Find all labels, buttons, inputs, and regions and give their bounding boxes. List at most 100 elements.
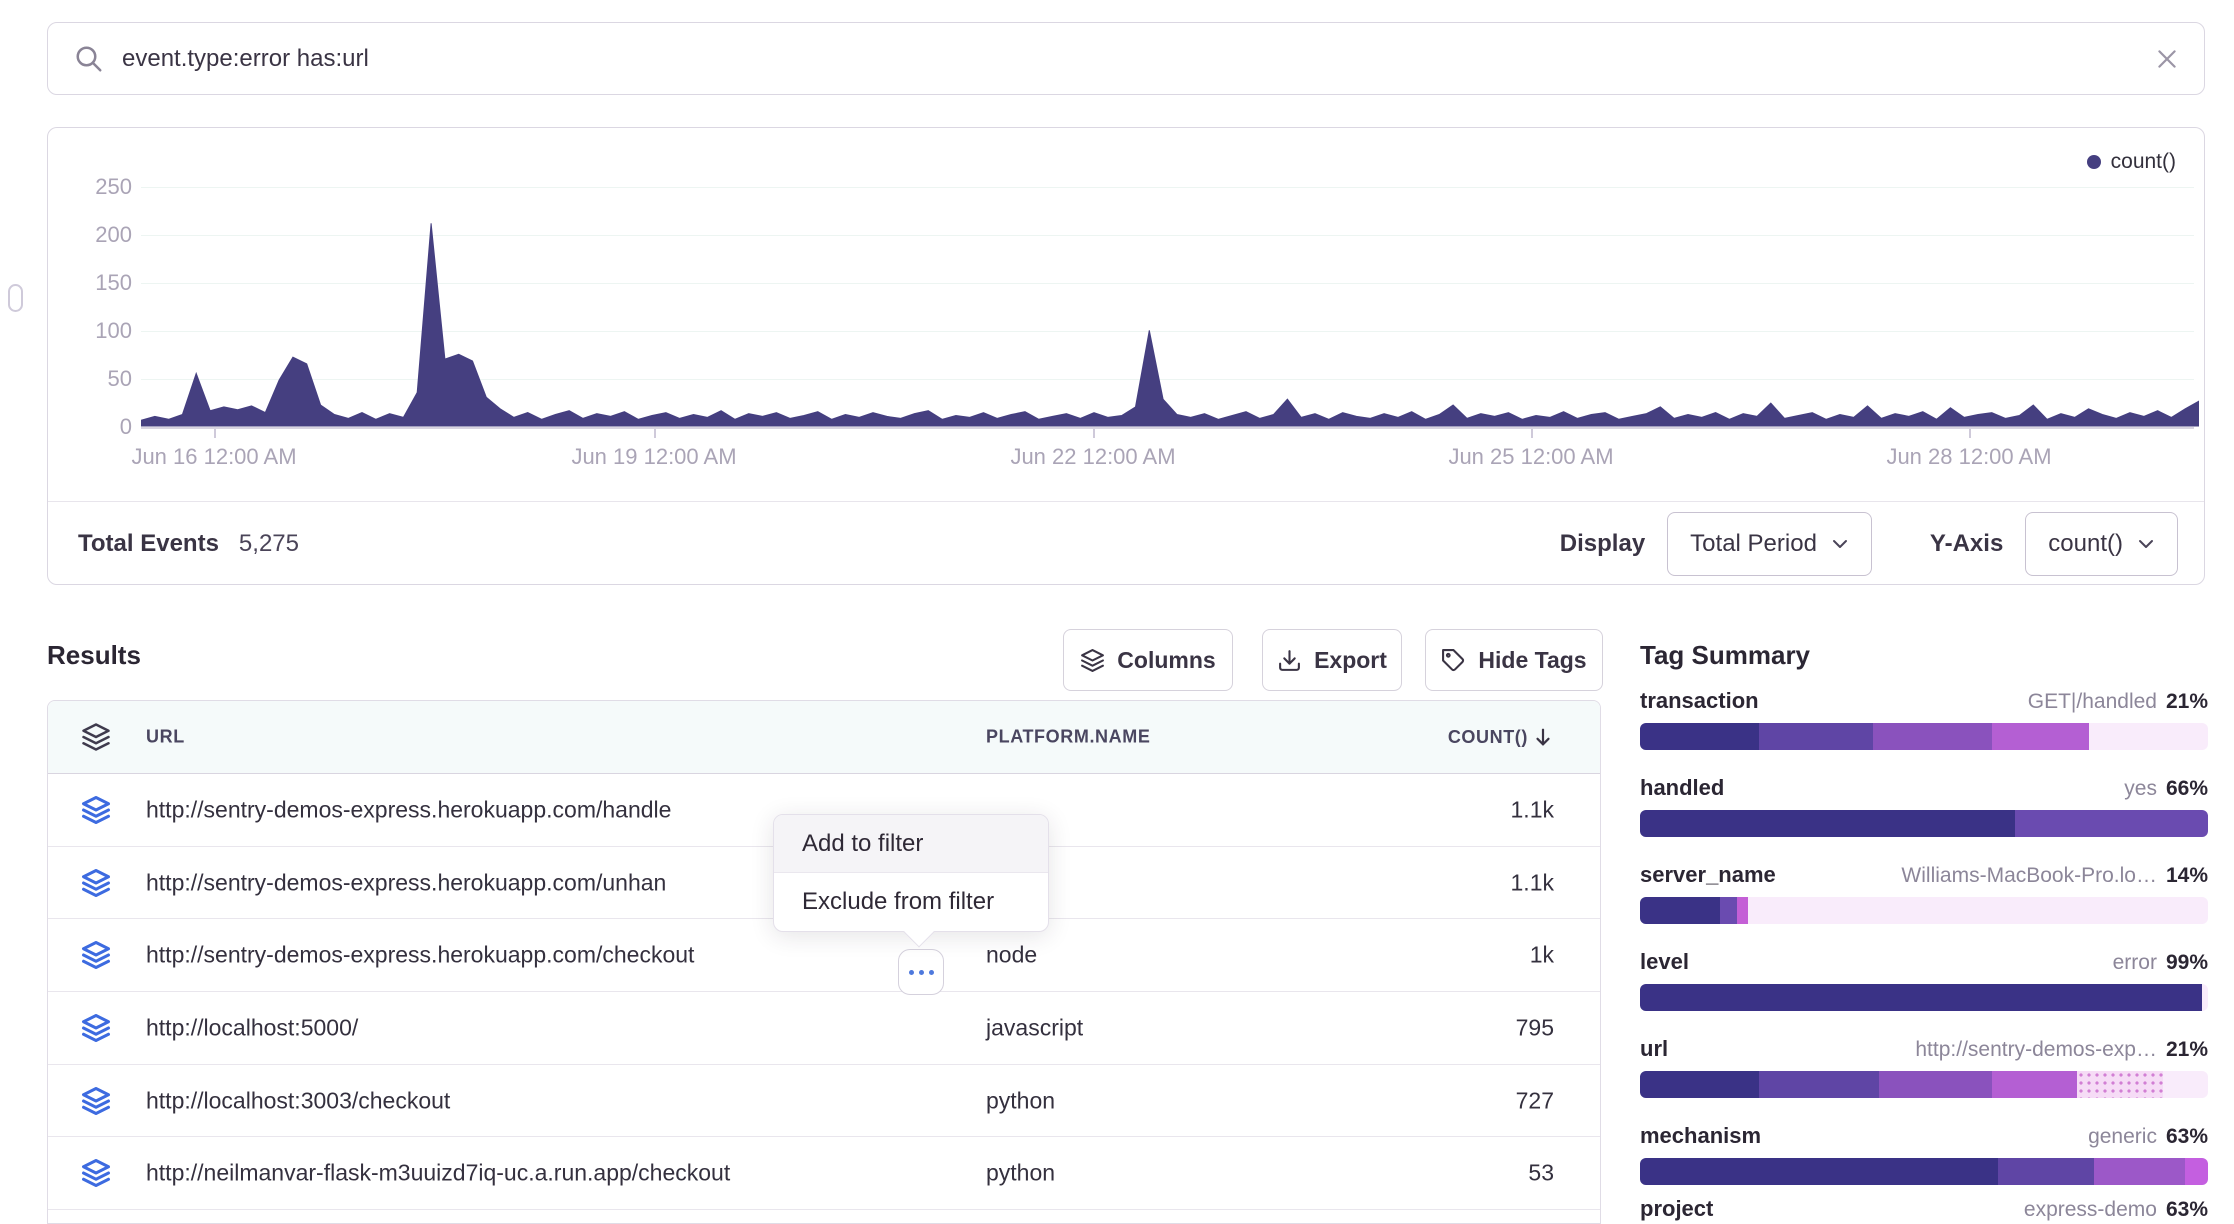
clear-search-icon[interactable] xyxy=(2154,46,2180,72)
menu-item-add-to-filter[interactable]: Add to filter xyxy=(774,815,1048,873)
x-axis-tickmark xyxy=(654,429,656,438)
url-cell[interactable]: http://localhost:3003/checkout xyxy=(146,1087,450,1114)
url-cell[interactable]: http://localhost:5000/ xyxy=(146,1014,358,1041)
x-axis-tickmark xyxy=(1531,429,1533,438)
event-count-area-chart[interactable] xyxy=(141,187,2199,428)
tag-distribution-bar[interactable] xyxy=(1640,723,2208,750)
tag-bar-segment[interactable] xyxy=(1748,897,2208,924)
tag-name: project xyxy=(1640,1196,1713,1222)
tag-bar-segment[interactable] xyxy=(2089,723,2208,750)
platform-cell: javascript xyxy=(986,1014,1083,1041)
url-cell[interactable]: http://sentry-demos-express.herokuapp.co… xyxy=(146,869,666,896)
chevron-down-icon xyxy=(2137,535,2155,553)
x-axis-tick: Jun 28 12:00 AM xyxy=(1886,444,2051,470)
ellipsis-dot xyxy=(929,970,934,975)
search-input[interactable] xyxy=(122,45,2154,73)
cell-actions-button[interactable] xyxy=(898,949,944,995)
tag-bar-segment[interactable] xyxy=(1737,897,1748,924)
platform-cell: node xyxy=(986,942,1037,969)
total-events-label: Total Events xyxy=(78,530,219,558)
x-axis-tick: Jun 22 12:00 AM xyxy=(1010,444,1175,470)
table-row[interactable]: http://localhost:5000/ javascript 795 xyxy=(48,992,1600,1065)
tag-distribution-bar[interactable] xyxy=(1640,810,2208,837)
tag-distribution-bar[interactable] xyxy=(1640,897,2208,924)
column-header-count-label: COUNT() xyxy=(1448,727,1528,748)
tag-bar-segment[interactable] xyxy=(2202,984,2208,1011)
tag-top-percent: 63% xyxy=(2166,1125,2208,1149)
tag-bar-segment[interactable] xyxy=(1640,1158,1998,1185)
y-axis-tick: 250 xyxy=(48,174,132,200)
y-axis-dropdown[interactable]: count() xyxy=(2025,512,2178,576)
columns-button-label: Columns xyxy=(1117,647,1215,674)
tag-name: handled xyxy=(1640,775,1724,801)
chart-legend[interactable]: count() xyxy=(2087,150,2176,174)
tag-bar-segment[interactable] xyxy=(2077,1071,2162,1098)
tag-top-value: http://sentry-demos-exp… xyxy=(1915,1038,2157,1062)
tag-bar-segment[interactable] xyxy=(1992,1071,2077,1098)
tag-bar-segment[interactable] xyxy=(1640,723,1759,750)
legend-series-label: count() xyxy=(2111,150,2176,174)
tag-name: transaction xyxy=(1640,688,1759,714)
y-axis-tick: 100 xyxy=(48,318,132,344)
tag-name: server_name xyxy=(1640,862,1776,888)
sidebar-drag-handle[interactable] xyxy=(8,284,23,312)
tag-bar-segment[interactable] xyxy=(1640,810,2015,837)
table-row[interactable]: http://neilmanvar-flask-m3uuizd7iq-uc.a.… xyxy=(48,1137,1600,1210)
columns-button[interactable]: Columns xyxy=(1063,629,1233,691)
tag-bar-segment[interactable] xyxy=(2094,1158,2185,1185)
chart-footer: Total Events 5,275 Display Total Period … xyxy=(48,501,2204,586)
results-heading: Results xyxy=(47,640,141,671)
display-label: Display xyxy=(1560,530,1645,558)
tag-item-server-name: server_name Williams-MacBook-Pro.lo… 14% xyxy=(1640,862,2208,924)
tag-bar-segment[interactable] xyxy=(1998,1158,2095,1185)
tag-item-transaction: transaction GET|/handled21% xyxy=(1640,688,2208,750)
x-axis-tick: Jun 19 12:00 AM xyxy=(571,444,736,470)
download-icon xyxy=(1277,648,1302,673)
column-header-url[interactable]: URL xyxy=(146,727,185,748)
tag-bar-segment[interactable] xyxy=(1640,897,1720,924)
count-cell: 727 xyxy=(1516,1087,1554,1114)
tag-bar-segment[interactable] xyxy=(1720,897,1737,924)
tag-bar-segment[interactable] xyxy=(1759,1071,1878,1098)
tag-summary-heading: Tag Summary xyxy=(1640,640,1810,671)
tag-bar-segment[interactable] xyxy=(2015,810,2208,837)
tag-bar-segment[interactable] xyxy=(1759,723,1873,750)
menu-item-exclude-from-filter[interactable]: Exclude from filter xyxy=(774,873,1048,931)
total-events-value: 5,275 xyxy=(239,530,299,558)
url-cell[interactable]: http://neilmanvar-flask-m3uuizd7iq-uc.a.… xyxy=(146,1160,730,1187)
x-axis-tick: Jun 25 12:00 AM xyxy=(1448,444,1613,470)
tag-bar-segment[interactable] xyxy=(1992,723,2089,750)
layers-icon xyxy=(1080,648,1105,673)
tag-item-url: url http://sentry-demos-exp…21% xyxy=(1640,1036,2208,1098)
column-header-count[interactable]: COUNT() xyxy=(1448,726,1554,748)
table-row[interactable]: http://localhost:3003/checkout python 72… xyxy=(48,1065,1600,1138)
tag-bar-segment[interactable] xyxy=(1640,984,2202,1011)
count-cell: 795 xyxy=(1516,1014,1554,1041)
tag-top-value: error xyxy=(2113,951,2157,975)
events-chart-panel: count() 250 200 150 100 50 0 Jun 16 12:0… xyxy=(47,127,2205,585)
export-button[interactable]: Export xyxy=(1262,629,1402,691)
tag-top-value: Williams-MacBook-Pro.lo… xyxy=(1901,864,2157,888)
y-axis-tick: 0 xyxy=(48,414,132,440)
layers-icon xyxy=(81,722,111,752)
tag-bar-segment[interactable] xyxy=(2185,1158,2208,1185)
tag-distribution-bar[interactable] xyxy=(1640,1158,2208,1185)
tag-name: mechanism xyxy=(1640,1123,1761,1149)
tag-top-percent: 63% xyxy=(2166,1198,2208,1222)
tag-distribution-bar[interactable] xyxy=(1640,984,2208,1011)
hide-tags-button[interactable]: Hide Tags xyxy=(1425,629,1603,691)
url-cell[interactable]: http://sentry-demos-express.herokuapp.co… xyxy=(146,796,671,823)
tag-bar-segment[interactable] xyxy=(1873,723,1992,750)
y-axis-tick: 200 xyxy=(48,222,132,248)
search-icon xyxy=(74,44,104,74)
tag-top-percent: 21% xyxy=(2166,1038,2208,1062)
column-header-platform[interactable]: PLATFORM.NAME xyxy=(986,727,1150,748)
tag-top-percent: 66% xyxy=(2166,777,2208,801)
tag-bar-segment[interactable] xyxy=(2163,1071,2208,1098)
tag-top-percent: 14% xyxy=(2166,864,2208,888)
tag-bar-segment[interactable] xyxy=(1879,1071,1993,1098)
tag-distribution-bar[interactable] xyxy=(1640,1071,2208,1098)
url-cell[interactable]: http://sentry-demos-express.herokuapp.co… xyxy=(146,942,694,969)
tag-bar-segment[interactable] xyxy=(1640,1071,1759,1098)
display-dropdown[interactable]: Total Period xyxy=(1667,512,1872,576)
